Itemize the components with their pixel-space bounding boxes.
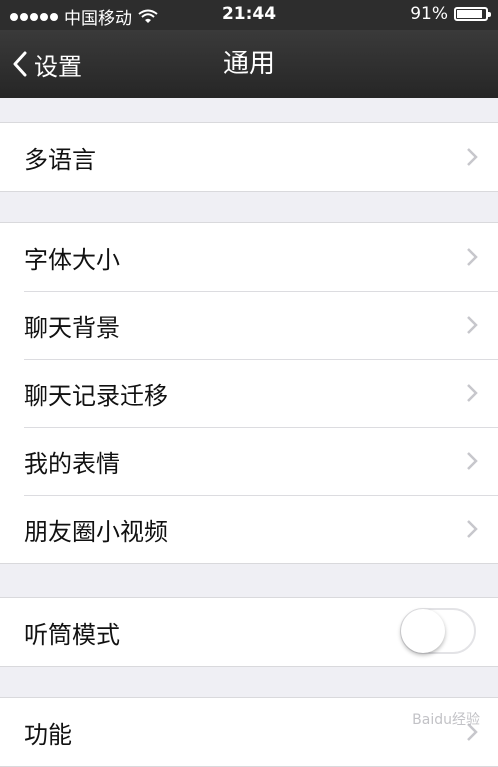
page-title: 通用 bbox=[222, 49, 275, 79]
list-item-moments-sight[interactable]: 朋友圈小视频 bbox=[0, 495, 498, 563]
chevron-right-icon bbox=[467, 316, 478, 334]
list-item-label: 字体大小 bbox=[24, 245, 120, 274]
watermark: Baidu经验 bbox=[412, 712, 480, 728]
list-item-label: 聊天背景 bbox=[24, 313, 120, 342]
list-item-label: 聊天记录迁移 bbox=[24, 381, 168, 410]
settings-group-chat: 字体大小 聊天背景 聊天记录迁移 我的表情 朋友圈小视频 bbox=[0, 222, 498, 564]
list-item-label: 朋友圈小视频 bbox=[24, 517, 168, 546]
list-item-label: 功能 bbox=[24, 720, 72, 749]
chevron-right-icon bbox=[467, 148, 478, 166]
list-item-chat-background[interactable]: 聊天背景 bbox=[0, 291, 498, 359]
settings-group-language: 多语言 bbox=[0, 122, 498, 192]
list-item-label: 听筒模式 bbox=[24, 620, 120, 649]
navigation-bar: 设置 通用 bbox=[0, 30, 498, 98]
chevron-right-icon bbox=[467, 248, 478, 266]
battery-icon bbox=[454, 7, 491, 21]
list-item-my-stickers[interactable]: 我的表情 bbox=[0, 427, 498, 495]
list-item-label: 我的表情 bbox=[24, 449, 120, 478]
battery-percent: 91% bbox=[410, 4, 448, 24]
list-item-label: 多语言 bbox=[24, 145, 96, 174]
toggle-knob bbox=[401, 609, 445, 653]
list-item-language[interactable]: 多语言 bbox=[0, 123, 498, 191]
list-item-font-size[interactable]: 字体大小 bbox=[0, 223, 498, 291]
list-item-chat-history-migration[interactable]: 聊天记录迁移 bbox=[0, 359, 498, 427]
settings-group-features: 功能 bbox=[0, 697, 498, 767]
chevron-right-icon bbox=[467, 520, 478, 538]
receiver-mode-toggle[interactable] bbox=[400, 608, 476, 654]
list-item-receiver-mode: 听筒模式 bbox=[0, 598, 498, 666]
battery-fill bbox=[457, 10, 483, 18]
chevron-right-icon bbox=[467, 384, 478, 402]
chevron-right-icon bbox=[467, 452, 478, 470]
status-bar: 中国移动 21:44 91% bbox=[0, 0, 498, 30]
settings-group-receiver: 听筒模式 bbox=[0, 597, 498, 667]
